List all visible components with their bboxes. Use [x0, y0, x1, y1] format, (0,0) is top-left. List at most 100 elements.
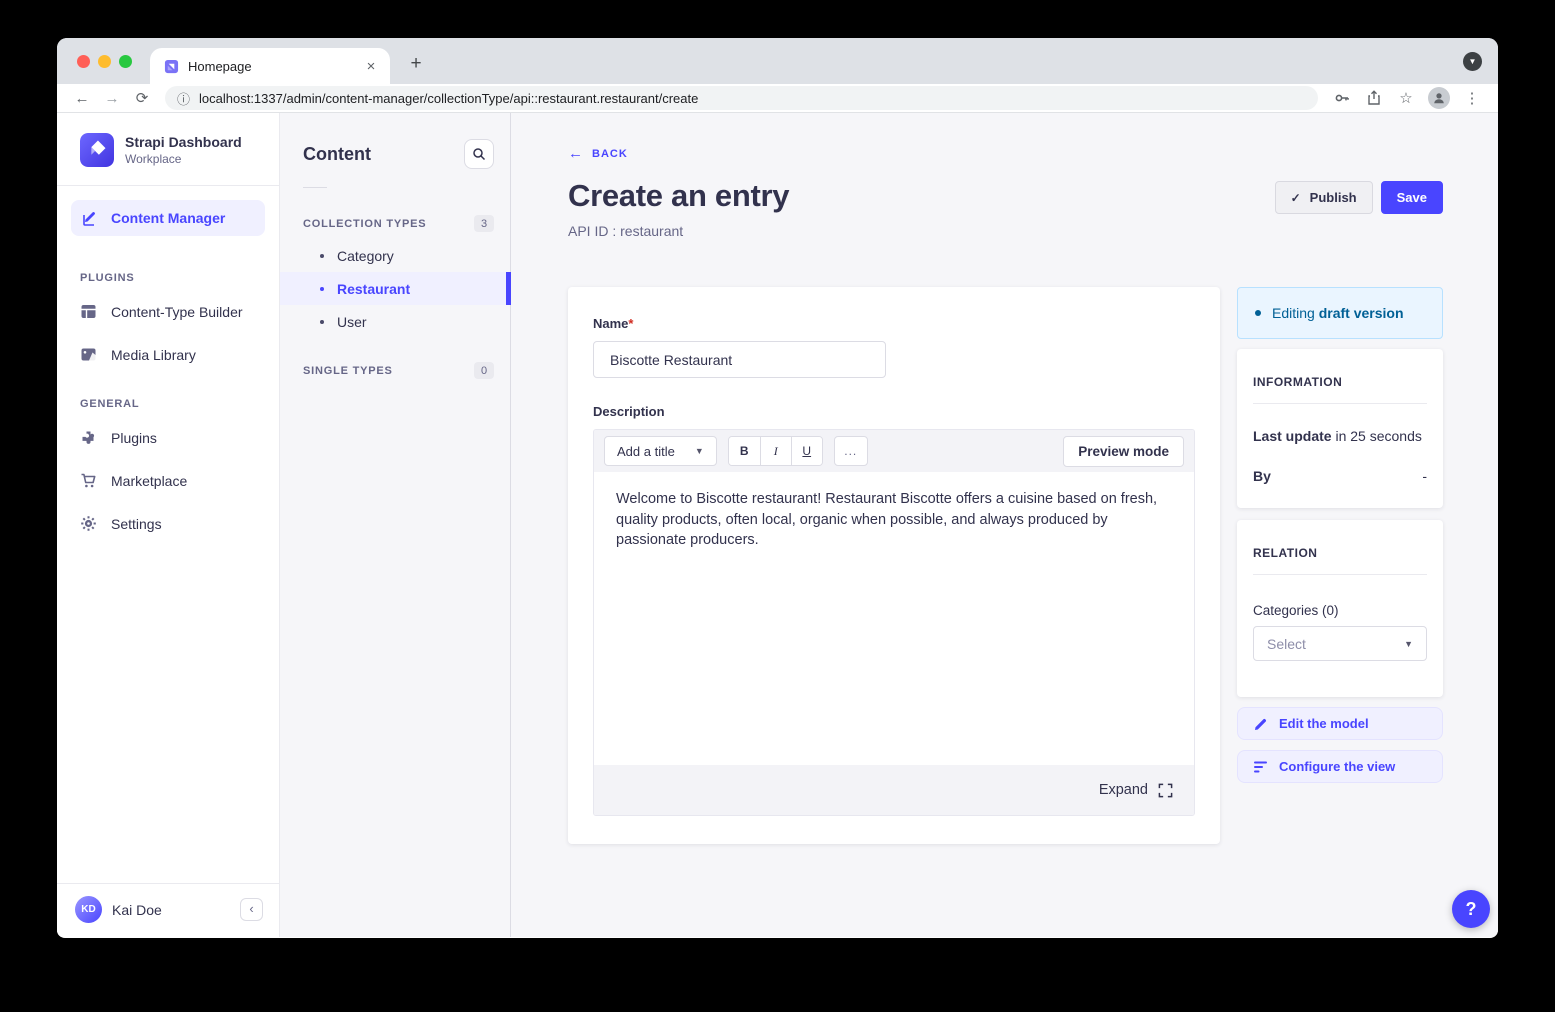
save-button[interactable]: Save [1381, 181, 1443, 214]
single-types-header: SINGLE TYPES 0 [280, 355, 510, 386]
by-row: By - [1253, 468, 1427, 484]
subnav-item-restaurant[interactable]: Restaurant [280, 272, 510, 305]
browser-menu-icon[interactable]: ⋮ [1456, 89, 1488, 107]
editor-footer: Expand [594, 765, 1194, 815]
sidebar-item-settings[interactable]: Settings [57, 502, 279, 545]
sidebar-item-media-library[interactable]: Media Library [57, 333, 279, 376]
divider [1253, 403, 1427, 404]
browser-tab[interactable]: Homepage × [150, 48, 390, 84]
title-style-value: Add a title [617, 444, 675, 459]
edit-pen-icon [82, 210, 99, 227]
collapse-sidebar-button[interactable]: ‹ [240, 898, 263, 921]
by-label: By [1253, 468, 1271, 484]
subnav-item-label: Restaurant [337, 281, 410, 297]
brand-header: Strapi Dashboard Workplace [57, 113, 279, 185]
format-button-group: B I U [728, 436, 823, 466]
collection-types-header: COLLECTION TYPES 3 [280, 208, 510, 239]
entry-form-card: Name* Description Add a title ▼ B [568, 287, 1220, 844]
site-info-icon[interactable]: ⓘ [177, 89, 190, 108]
search-button[interactable] [464, 139, 494, 169]
edit-model-label: Edit the model [1279, 716, 1369, 731]
collection-types-count-badge: 3 [474, 215, 494, 232]
minimize-window-button[interactable] [98, 55, 111, 68]
url-text[interactable]: localhost:1337/admin/content-manager/col… [199, 91, 698, 106]
share-icon[interactable] [1358, 90, 1390, 106]
bullet-icon [320, 287, 324, 291]
sidebar-item-label: Content Manager [111, 210, 225, 226]
required-asterisk: * [628, 316, 633, 331]
nav-section-general: GENERAL [57, 376, 279, 416]
name-input[interactable] [593, 341, 886, 378]
sidebar-item-label: Settings [111, 516, 162, 532]
maximize-window-button[interactable] [119, 55, 132, 68]
subnav-item-label: User [337, 314, 367, 330]
content-row: Name* Description Add a title ▼ B [568, 287, 1443, 844]
browser-window: Homepage × + ▼ ← → ⟳ ⓘ localhost:1337/ad… [57, 38, 1498, 938]
publish-button[interactable]: ✓ Publish [1275, 181, 1373, 214]
single-types-count-badge: 0 [474, 362, 494, 379]
strapi-app: Strapi Dashboard Workplace Content Manag… [57, 113, 1498, 937]
puzzle-icon [80, 429, 97, 446]
relation-card: RELATION Categories (0) Select ▼ [1237, 520, 1443, 697]
bookmark-star-icon[interactable]: ☆ [1390, 89, 1422, 107]
subnav-item-user[interactable]: User [280, 305, 510, 338]
close-window-button[interactable] [77, 55, 90, 68]
close-tab-icon[interactable]: × [362, 58, 380, 75]
divider [303, 187, 327, 188]
draft-status-text: Editing draft version [1272, 305, 1404, 321]
editor-toolbar: Add a title ▼ B I U ... Preview mode [594, 430, 1194, 472]
description-editor-content[interactable]: Welcome to Biscotte restaurant! Restaura… [594, 472, 1194, 765]
by-value: - [1422, 468, 1427, 484]
expand-icon[interactable] [1158, 783, 1173, 798]
last-update-row: Last update in 25 seconds [1253, 428, 1427, 444]
expand-label[interactable]: Expand [1099, 782, 1148, 798]
browser-profile-avatar[interactable] [1428, 87, 1450, 109]
url-bar[interactable]: ⓘ localhost:1337/admin/content-manager/c… [165, 86, 1318, 110]
forward-nav-icon[interactable]: → [97, 90, 127, 107]
right-sidebar: Editing draft version INFORMATION Last u… [1237, 287, 1443, 783]
reload-icon[interactable]: ⟳ [127, 89, 157, 107]
sidebar-item-marketplace[interactable]: Marketplace [57, 459, 279, 502]
search-icon [472, 147, 486, 161]
sidebar-item-plugins[interactable]: Plugins [57, 416, 279, 459]
cart-icon [80, 472, 97, 489]
underline-button[interactable]: U [791, 437, 822, 465]
header-actions: ✓ Publish Save [1275, 181, 1443, 214]
configure-view-button[interactable]: Configure the view [1237, 750, 1443, 783]
user-avatar: KD [75, 896, 102, 923]
favicon [164, 59, 179, 74]
image-icon [80, 346, 97, 363]
subnav-item-label: Category [337, 248, 394, 264]
sidebar-item-label: Marketplace [111, 473, 187, 489]
title-style-select[interactable]: Add a title ▼ [604, 436, 717, 466]
layout-icon [80, 303, 97, 320]
back-nav-icon[interactable]: ← [67, 90, 97, 107]
gear-icon [80, 515, 97, 532]
categories-field-label: Categories (0) [1253, 603, 1427, 618]
new-tab-button[interactable]: + [402, 50, 430, 78]
tab-search-icon[interactable]: ▼ [1463, 52, 1482, 71]
divider [57, 185, 279, 186]
password-key-icon[interactable] [1326, 90, 1358, 106]
subnav-header: Content [280, 113, 510, 177]
relation-title: RELATION [1253, 546, 1427, 560]
pencil-icon [1254, 717, 1268, 731]
edit-model-button[interactable]: Edit the model [1237, 707, 1443, 740]
browser-toolbar: ← → ⟳ ⓘ localhost:1337/admin/content-man… [57, 84, 1498, 113]
italic-button[interactable]: I [760, 437, 791, 465]
preview-mode-button[interactable]: Preview mode [1063, 436, 1184, 467]
help-button[interactable]: ? [1452, 890, 1490, 928]
sidebar-item-content-manager[interactable]: Content Manager [71, 200, 265, 236]
categories-select[interactable]: Select ▼ [1253, 626, 1427, 661]
single-types-label: SINGLE TYPES [303, 365, 393, 377]
back-link[interactable]: ← BACK [568, 146, 628, 161]
sidebar-item-content-type-builder[interactable]: Content-Type Builder [57, 290, 279, 333]
divider [1253, 574, 1427, 575]
draft-status-prefix: Editing [1272, 305, 1315, 321]
bold-button[interactable]: B [729, 437, 760, 465]
information-card: INFORMATION Last update in 25 seconds By… [1237, 349, 1443, 508]
more-formats-button[interactable]: ... [834, 436, 868, 466]
subnav-item-category[interactable]: Category [280, 239, 510, 272]
rich-text-editor: Add a title ▼ B I U ... Preview mode W [593, 429, 1195, 816]
toolbar-actions: ☆ ⋮ [1326, 87, 1488, 109]
